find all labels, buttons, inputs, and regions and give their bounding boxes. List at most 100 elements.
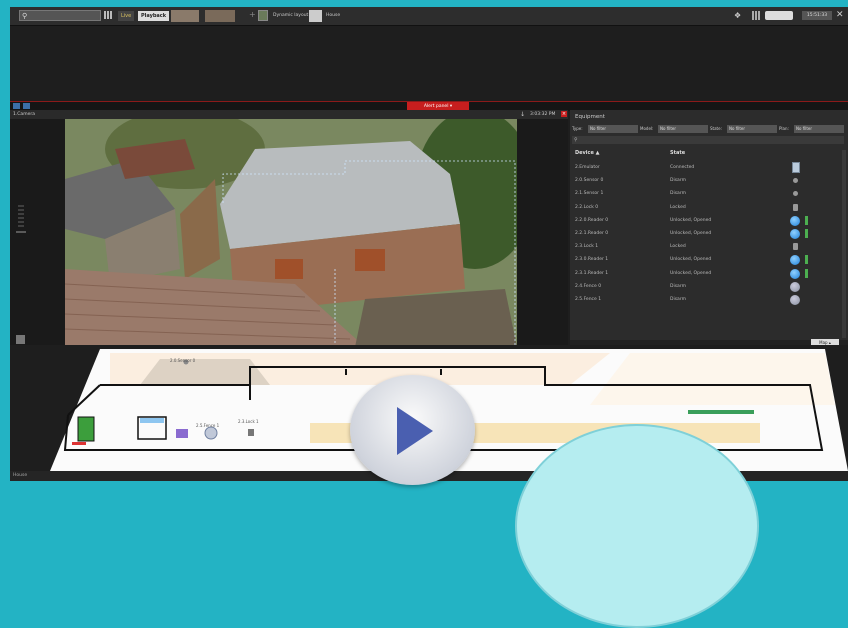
device-state: Unlocked, Opened: [670, 270, 712, 276]
type-filter-label: Type:: [572, 126, 583, 131]
device-column-header[interactable]: Device ▲: [575, 150, 599, 156]
grid-view-icon[interactable]: [752, 11, 760, 20]
reader-status-bar: [805, 215, 808, 225]
equipment-row[interactable]: 2.Emulator Connected: [570, 161, 840, 174]
layout-thumbnail[interactable]: [205, 10, 235, 22]
camera-title: 1.Camera: [13, 112, 35, 117]
fence-icon[interactable]: [790, 295, 800, 305]
device-state: Disarm: [670, 191, 686, 197]
equipment-row[interactable]: 2.0.Sensor 0 Disarm: [570, 174, 840, 187]
dynamic-layout-icon[interactable]: [258, 10, 268, 21]
equipment-row[interactable]: 2.2.0.Reader 0 Unlocked, Opened: [570, 214, 840, 227]
play-button[interactable]: [350, 375, 475, 485]
layout-thumbnail[interactable]: [171, 10, 199, 22]
camera-header: 1.Camera ↓ 3:03:32 PM ×: [10, 110, 568, 119]
alert-panel-label: Alert panel: [423, 104, 449, 109]
equipment-scrollbar[interactable]: [842, 150, 846, 338]
state-filter-select[interactable]: No filter: [727, 125, 777, 133]
clock: 15:51:33: [802, 11, 832, 20]
device-name: 2.3.Lock 1: [575, 244, 599, 250]
reader-active-icon[interactable]: [790, 215, 800, 226]
device-name: 2.2.1.Reader 0: [575, 231, 609, 236]
device-state: Unlocked, Opened: [670, 257, 712, 263]
equipment-row[interactable]: 2.3.1.Reader 1 Unlocked, Opened: [570, 267, 840, 280]
equipment-row[interactable]: 2.3.Lock 1 Locked: [570, 240, 840, 253]
camera-video-frame[interactable]: [65, 119, 517, 347]
model-filter-label: Model:: [640, 126, 654, 131]
reader-status-bar: [805, 229, 808, 238]
equipment-search-input[interactable]: ⚲: [572, 136, 844, 144]
equipment-row[interactable]: 2.4.Fence 0 Disarm: [570, 280, 840, 293]
device-name: 2.3.1.Reader 1: [575, 270, 609, 276]
device-state: Disarm: [670, 297, 686, 302]
state-filter-label: State:: [710, 126, 722, 131]
zoom-slider[interactable]: [16, 202, 26, 242]
sensor-dot-icon[interactable]: [793, 178, 798, 184]
device-name: 2.5.Fence 1: [575, 297, 602, 302]
device-name: 2.2.0.Reader 0: [575, 217, 609, 223]
device-name: 2.2.Lock 0: [575, 204, 599, 210]
device-state: Unlocked, Opened: [670, 231, 712, 236]
network-icon[interactable]: ❖: [734, 11, 744, 20]
device-state: Unlocked, Opened: [670, 217, 712, 223]
device-state: Disarm: [670, 283, 686, 289]
reader-active-icon[interactable]: [790, 229, 800, 239]
device-state: Connected: [670, 165, 695, 170]
plan-filter-label: Plan:: [779, 126, 789, 131]
workspace-empty-area: [10, 26, 848, 101]
equipment-row[interactable]: 2.2.Lock 0 Locked: [570, 201, 840, 214]
camera-view[interactable]: [10, 119, 568, 347]
reader-status-bar: [805, 268, 808, 278]
live-button[interactable]: Live: [118, 11, 135, 21]
reader-active-icon[interactable]: [790, 268, 800, 279]
play-icon: [397, 407, 433, 455]
equipment-row[interactable]: 2.3.0.Reader 1 Unlocked, Opened: [570, 253, 840, 266]
top-toolbar: ⚲ Live Playback + Dynamic layout House ❖…: [10, 7, 848, 26]
fence-icon[interactable]: [790, 281, 800, 292]
type-filter-select[interactable]: No filter: [588, 125, 638, 133]
playback-button[interactable]: Playback: [138, 11, 170, 21]
layout-grid-icon[interactable]: [104, 11, 112, 19]
model-filter-select[interactable]: No filter: [658, 125, 708, 133]
add-layout-icon[interactable]: +: [249, 10, 256, 19]
equipment-row[interactable]: 2.5.Fence 1 Disarm: [570, 293, 840, 306]
device-state: Locked: [670, 204, 686, 210]
map-fence-label: 2.5.Fence 1: [196, 423, 220, 428]
close-icon[interactable]: ✕: [836, 9, 844, 21]
house-label[interactable]: House: [326, 11, 340, 21]
device-state: Locked: [670, 244, 686, 250]
equipment-title: Equipment: [575, 114, 605, 120]
device-name: 2.Emulator: [575, 165, 600, 170]
window-mode-toggle[interactable]: [765, 11, 793, 20]
search-icon: ⚲: [574, 137, 578, 143]
map-lock-label: 2.3.Lock 1: [238, 419, 259, 424]
download-icon[interactable]: ↓: [520, 110, 525, 119]
panel-toggle-button[interactable]: [13, 103, 20, 109]
state-column-header[interactable]: State: [670, 150, 685, 156]
sensor-dot-icon[interactable]: [793, 191, 798, 197]
device-name: 2.0.Sensor 0: [575, 178, 604, 184]
camera-timestamp: 3:03:32 PM: [530, 112, 556, 117]
plan-filter-select[interactable]: No filter: [794, 125, 844, 133]
snapshot-icon[interactable]: [16, 335, 25, 344]
device-name: 2.3.0.Reader 1: [575, 257, 609, 263]
lock-icon[interactable]: [793, 243, 798, 251]
camera-close-icon[interactable]: ×: [561, 111, 567, 117]
search-input[interactable]: ⚲: [19, 10, 101, 21]
device-box-icon[interactable]: [792, 162, 800, 173]
search-icon: ⚲: [22, 12, 28, 20]
equipment-row[interactable]: 2.1.Sensor 1 Disarm: [570, 187, 840, 200]
status-text: House: [13, 473, 28, 478]
device-name: 2.1.Sensor 1: [575, 191, 604, 197]
map-pin-button[interactable]: [309, 10, 322, 22]
lock-icon[interactable]: [793, 203, 798, 211]
equipment-panel: Equipment Type: No filter Model: No filt…: [570, 110, 848, 347]
device-name: 2.4.Fence 0: [575, 283, 602, 289]
reader-status-bar: [805, 255, 808, 265]
equipment-row[interactable]: 2.2.1.Reader 0 Unlocked, Opened: [570, 227, 840, 240]
reader-active-icon[interactable]: [790, 255, 800, 266]
panel-toggle-button[interactable]: [23, 103, 30, 109]
dynamic-layout-label[interactable]: Dynamic layout: [273, 11, 308, 21]
device-state: Disarm: [670, 178, 686, 184]
map-sensor-label: 2.0.Sensor 0: [170, 358, 196, 363]
